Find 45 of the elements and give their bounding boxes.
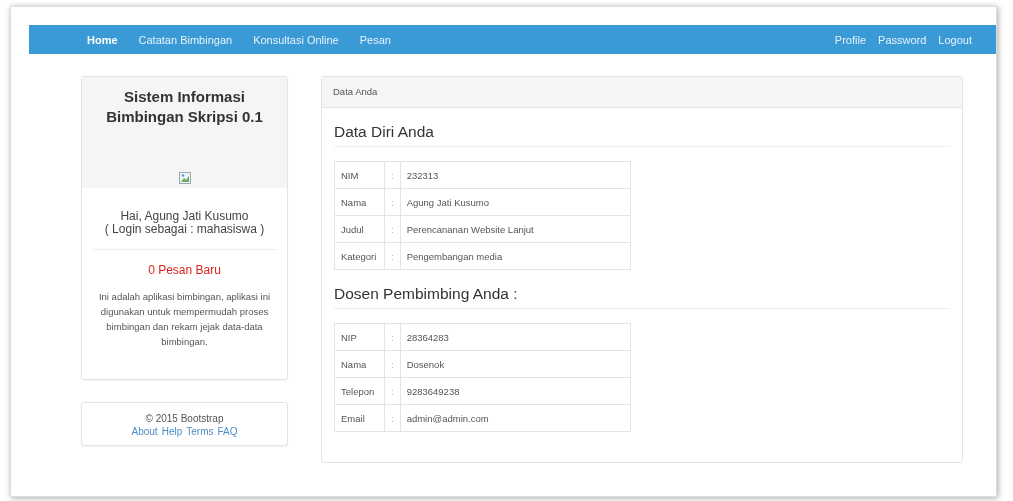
- table-cell: :: [384, 161, 401, 189]
- table-cell: 28364283: [400, 323, 631, 351]
- nav-link[interactable]: Profile: [834, 33, 867, 46]
- table-cell: 232313: [400, 161, 631, 189]
- table-cell: Agung Jati Kusumo: [400, 188, 631, 216]
- table-cell: NIP: [334, 323, 385, 351]
- description-text: Ini adalah aplikasi bimbingan, aplikasi ini digunakan untuk mempermudah proses bimbingan dan rekam jejak data-data bimbingan.: [97, 290, 272, 349]
- broken-image-icon: [178, 172, 191, 184]
- new-messages-text: 0 Pesan Baru: [147, 263, 222, 277]
- table-cell: Pengembangan media: [400, 242, 631, 270]
- footer-link[interactable]: Terms: [186, 426, 214, 437]
- table-cell: Telepon: [334, 377, 385, 405]
- table-cell: :: [384, 323, 401, 351]
- table-cell: Email: [334, 404, 385, 432]
- table-cell: :: [384, 242, 401, 270]
- nav-link[interactable]: Pesan: [359, 33, 391, 46]
- table-cell: Judul: [334, 215, 385, 243]
- table-cell: :: [384, 350, 401, 378]
- table-cell: :: [384, 215, 401, 243]
- table-cell: admin@admin.com: [400, 404, 631, 432]
- nav-link[interactable]: Catatan Bimbingan: [138, 33, 233, 46]
- table-cell: Nama: [334, 350, 385, 378]
- nav-link[interactable]: Home: [87, 33, 118, 46]
- table-cell: 9283649238: [400, 377, 631, 405]
- table-cell: NIM: [334, 161, 385, 189]
- table-cell: Dosenok: [400, 350, 631, 378]
- table-cell: Perencananan Website Lanjut: [400, 215, 631, 243]
- panel-heading: Data Anda: [322, 77, 962, 108]
- nav-link[interactable]: Konsultasi Online: [253, 33, 339, 46]
- section-title: Data Diri Anda: [334, 123, 950, 147]
- app-title: Sistem Informasi Bimbingan Skripsi 0.1: [105, 87, 264, 127]
- copyright-text: © 2015 Bootstrap: [144, 413, 225, 424]
- section-title: Dosen Pembimbing Anda :: [334, 285, 950, 309]
- footer-link[interactable]: FAQ: [217, 426, 238, 437]
- table-cell: Nama: [334, 188, 385, 216]
- table-cell: :: [384, 377, 401, 405]
- nav-link[interactable]: Logout: [938, 33, 972, 46]
- footer-link[interactable]: Help: [161, 426, 183, 437]
- table-cell: :: [384, 404, 401, 432]
- table-cell: Kategori: [334, 242, 385, 270]
- greeting-text: Hai, Agung Jati Kusumo: [119, 210, 250, 223]
- footer-link[interactable]: About: [131, 426, 158, 437]
- nav-link[interactable]: Password: [878, 33, 927, 46]
- role-text: ( Login sebagai : mahasiswa ): [103, 223, 266, 236]
- table-cell: :: [384, 188, 401, 216]
